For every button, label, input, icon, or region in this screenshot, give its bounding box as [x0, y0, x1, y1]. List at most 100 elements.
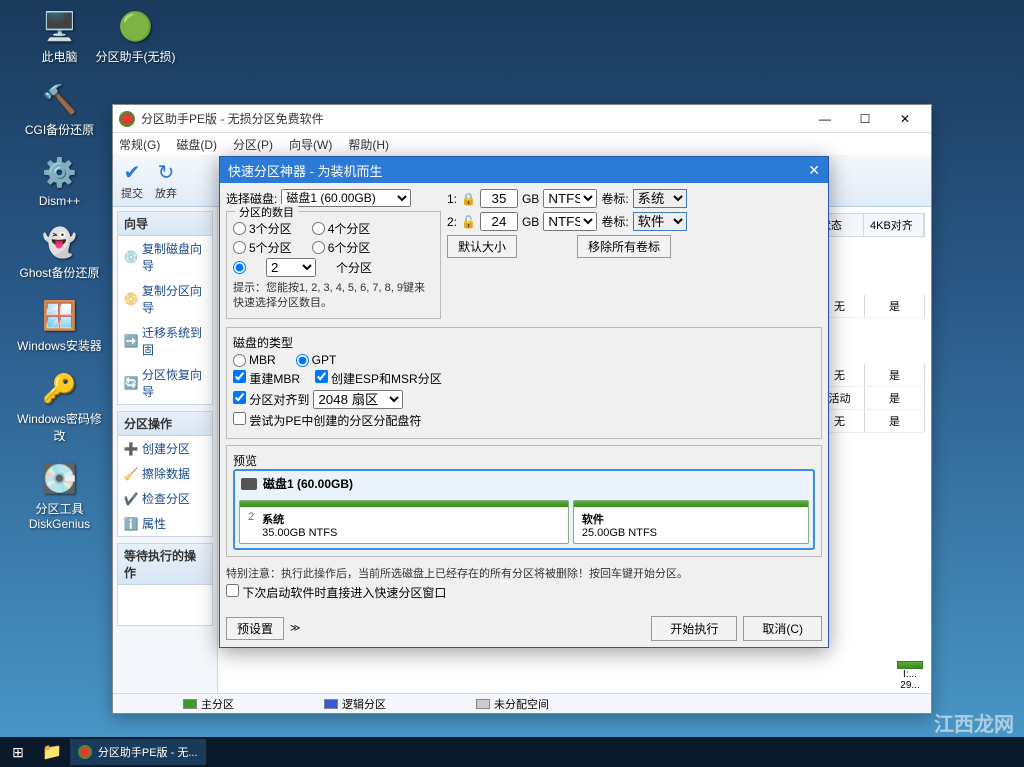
remove-labels-button[interactable]: 移除所有卷标	[577, 235, 671, 258]
custom-count-select[interactable]: 2	[266, 258, 316, 277]
col-4kb: 4KB对齐	[864, 214, 924, 236]
part1-unit: GB	[522, 192, 539, 206]
strip-partition[interactable]: I:... 29...	[897, 661, 923, 691]
desktop-icon-winpass[interactable]: 🔑Windows密码修改	[12, 370, 107, 444]
disk-type-legend: 磁盘的类型	[233, 334, 815, 351]
radio-5parts[interactable]: 5个分区	[233, 239, 292, 256]
part2-fs-select[interactable]: NTFS	[543, 212, 597, 231]
sidebar-item-copydisk[interactable]: 💿复制磁盘向导	[118, 236, 212, 278]
sidebar-item-label: 创建分区	[142, 440, 190, 457]
align-select[interactable]: 2048 扇区	[313, 390, 403, 409]
chk-rebuild-mbr[interactable]: 重建MBR	[233, 370, 300, 387]
part1-label-select[interactable]: 系统	[633, 189, 687, 208]
preview-p1-num: 2	[248, 511, 254, 539]
radio-custom[interactable]	[233, 261, 246, 274]
partition-strip: I:... 29...	[897, 661, 923, 691]
desktop-icon-label: Dism++	[39, 194, 80, 208]
preview-partition-1[interactable]: 2 系统 35.00GB NTFS	[239, 500, 569, 544]
hint-text: 提示：您能按1, 2, 3, 4, 5, 6, 7, 8, 9键来快速选择分区数…	[233, 281, 434, 312]
check-icon: ✔️	[124, 492, 138, 506]
desktop-icon-cgi[interactable]: 🔨CGI备份还原	[12, 81, 107, 138]
chk-label: 下次启动软件时直接进入快速分区窗口	[242, 586, 446, 600]
app-icon	[78, 745, 92, 759]
quick-partition-dialog: 快速分区神器 - 为装机而生 ✕ 选择磁盘: 磁盘1 (60.00GB) 分区的…	[219, 156, 829, 648]
taskbar-app-button[interactable]: 分区助手PE版 - 无...	[70, 739, 206, 765]
radio-gpt[interactable]: GPT	[296, 353, 337, 367]
radio-label: MBR	[249, 353, 276, 367]
desktop-icon-partassist[interactable]: 🟢分区助手(无损)	[88, 8, 183, 65]
cell-4kb: 是	[865, 364, 925, 386]
erase-icon: 🧹	[124, 467, 138, 481]
legend-label: 未分配空间	[494, 696, 549, 712]
desktop-icon-dism[interactable]: ⚙️Dism++	[12, 154, 107, 208]
preview-p2-size: 25.00GB NTFS	[582, 527, 657, 539]
cell-4kb: 是	[865, 410, 925, 432]
menu-help[interactable]: 帮助(H)	[348, 136, 389, 153]
toolbar-discard[interactable]: ↻放弃	[155, 160, 177, 201]
desktop-icon-label: Windows安装器	[17, 337, 102, 354]
desktop-icon-wininstall[interactable]: 🪟Windows安装器	[12, 297, 107, 354]
dialog-close-button[interactable]: ✕	[808, 162, 820, 179]
chk-align[interactable]: 分区对齐到	[233, 391, 309, 408]
radio-mbr[interactable]: MBR	[233, 353, 276, 367]
preview-partition-2[interactable]: 软件 25.00GB NTFS	[573, 500, 809, 544]
radio-3parts[interactable]: 3个分区	[233, 220, 292, 237]
legend-label: 主分区	[201, 696, 234, 712]
default-size-button[interactable]: 默认大小	[447, 235, 517, 258]
part2-index: 2:	[447, 215, 457, 229]
cell-4kb: 是	[865, 387, 925, 409]
desktop-icon-ghost[interactable]: 👻Ghost备份还原	[12, 224, 107, 281]
close-button[interactable]: ✕	[885, 106, 925, 132]
menu-partition[interactable]: 分区(P)	[233, 136, 273, 153]
radio-label: 3个分区	[249, 220, 292, 237]
sidebar-item-copypart[interactable]: 📀复制分区向导	[118, 278, 212, 320]
desktop-icon-label: Windows密码修改	[12, 410, 107, 444]
migrate-icon: ➡️	[124, 334, 138, 348]
part1-size-input[interactable]	[480, 189, 518, 208]
menu-wizard[interactable]: 向导(W)	[289, 136, 332, 153]
lock-icon[interactable]: 🔒	[461, 192, 476, 206]
preview-disk-name: 磁盘1 (60.00GB)	[263, 475, 353, 492]
sidebar: 向导 💿复制磁盘向导 📀复制分区向导 ➡️迁移系统到固 🔄分区恢复向导 分区操作…	[113, 207, 218, 693]
chk-create-esp[interactable]: 创建ESP和MSR分区	[315, 370, 442, 387]
sidebar-item-recover[interactable]: 🔄分区恢复向导	[118, 362, 212, 404]
radio-6parts[interactable]: 6个分区	[312, 239, 371, 256]
chk-try-pe[interactable]: 尝试为PE中创建的分区分配盘符	[233, 412, 421, 429]
menu-general[interactable]: 常规(G)	[119, 136, 160, 153]
part2-label-select[interactable]: 软件	[633, 212, 687, 231]
sidebar-item-props[interactable]: ℹ️属性	[118, 511, 212, 536]
disk-icon	[241, 478, 257, 490]
sidebar-item-create[interactable]: ➕创建分区	[118, 436, 212, 461]
part1-index: 1:	[447, 192, 457, 206]
preset-button[interactable]: 预设置	[226, 617, 284, 640]
strip-size: 29...	[897, 680, 923, 691]
radio-label: 6个分区	[328, 239, 371, 256]
desktop-icon-label: CGI备份还原	[25, 121, 94, 138]
sidebar-item-migrate[interactable]: ➡️迁移系统到固	[118, 320, 212, 362]
radio-4parts[interactable]: 4个分区	[312, 220, 371, 237]
chk-next-boot[interactable]: 下次启动软件时直接进入快速分区窗口	[226, 584, 446, 601]
minimize-button[interactable]: ―	[805, 106, 845, 132]
lock-icon[interactable]: 🔓	[461, 215, 476, 229]
taskbar-app-label: 分区助手PE版 - 无...	[98, 744, 198, 760]
menu-disk[interactable]: 磁盘(D)	[176, 136, 217, 153]
cancel-button[interactable]: 取消(C)	[743, 616, 822, 641]
part2-size-input[interactable]	[480, 212, 518, 231]
sidebar-item-label: 复制分区向导	[142, 282, 206, 316]
part-count-legend: 分区的数目	[235, 204, 298, 220]
sidebar-item-check[interactable]: ✔️检查分区	[118, 486, 212, 511]
dialog-title: 快速分区神器 - 为装机而生	[228, 161, 383, 180]
toolbar-commit[interactable]: ✔提交	[121, 160, 143, 201]
part1-fs-select[interactable]: NTFS	[543, 189, 597, 208]
select-disk-dropdown[interactable]: 磁盘1 (60.00GB)	[281, 189, 411, 207]
desktop-icon-diskgenius[interactable]: 💽分区工具DiskGenius	[12, 460, 107, 531]
maximize-button[interactable]: ☐	[845, 106, 885, 132]
watermark: 江西龙网	[934, 708, 1014, 737]
chk-label: 分区对齐到	[249, 393, 309, 407]
sidebar-item-wipe[interactable]: 🧹擦除数据	[118, 461, 212, 486]
start-button[interactable]: ⊞	[0, 737, 36, 767]
desktop-icon-label: Ghost备份还原	[19, 264, 99, 281]
start-button[interactable]: 开始执行	[651, 616, 737, 641]
explorer-icon[interactable]: 📁	[42, 742, 62, 762]
chevron-icon[interactable]: ≫	[290, 623, 300, 634]
